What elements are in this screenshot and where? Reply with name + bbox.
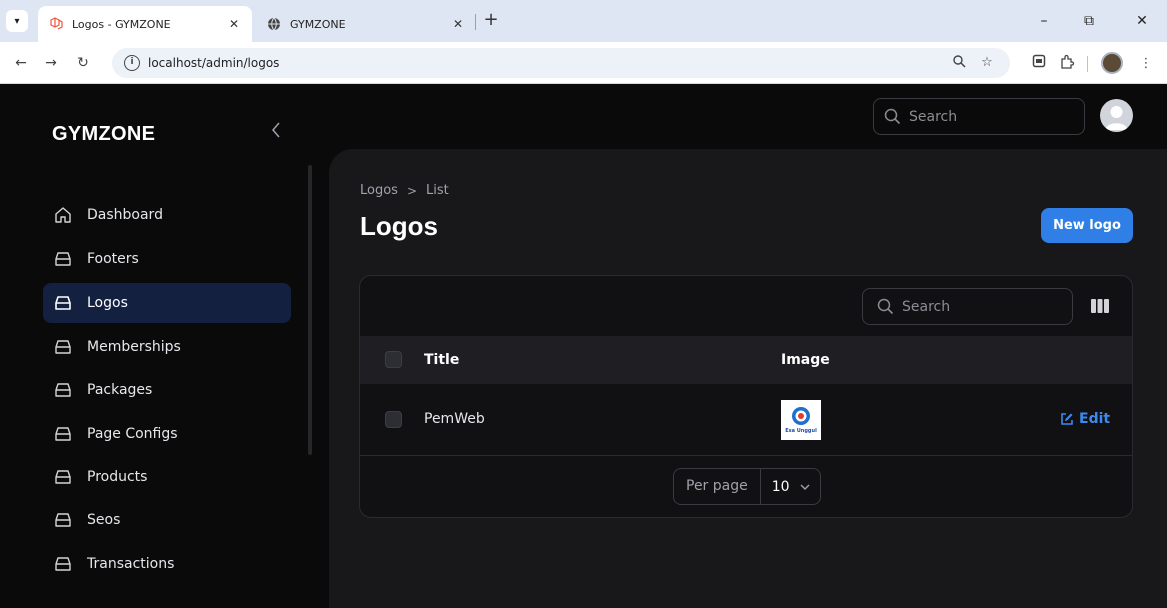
profile-avatar[interactable] <box>1101 52 1123 74</box>
tray-icon <box>53 380 73 400</box>
sidebar-item-footers[interactable]: Footers <box>43 239 291 279</box>
per-page-label: Per page <box>674 469 761 504</box>
puzzle-extensions-icon[interactable] <box>1057 54 1077 74</box>
restore-button[interactable]: ⧉ <box>1075 8 1103 34</box>
browser-toolbar: ← → ↻ i localhost/admin/logos ☆ ⋮ <box>0 42 1167 84</box>
close-icon[interactable]: ✕ <box>450 17 466 31</box>
forward-icon[interactable]: → <box>40 52 62 74</box>
breadcrumb-separator: > <box>406 183 418 198</box>
tray-icon <box>53 337 73 357</box>
toolbar-divider <box>1087 56 1088 72</box>
sidebar-item-label: Memberships <box>87 339 181 355</box>
sidebar-item-memberships[interactable]: Memberships <box>43 327 291 367</box>
main-content: Logos > List Logos New logo Search Title… <box>329 149 1167 608</box>
breadcrumb-current: List <box>426 183 449 198</box>
window-close-button[interactable]: ✕ <box>1128 8 1156 34</box>
per-page-value: 10 <box>771 478 790 495</box>
sidebar-item-label: Seos <box>87 512 121 528</box>
tray-icon <box>53 554 73 574</box>
close-icon[interactable]: ✕ <box>226 17 242 31</box>
tab-title: Logos - GYMZONE <box>72 17 171 31</box>
tray-icon <box>53 510 73 530</box>
sidebar-item-label: Logos <box>87 295 128 311</box>
home-icon <box>53 205 73 225</box>
table-search-input[interactable]: Search <box>862 288 1073 325</box>
column-toggle-icon[interactable] <box>1088 294 1112 318</box>
page-title: Logos <box>360 211 438 241</box>
sidebar-item-page-configs[interactable]: Page Configs <box>43 414 291 454</box>
sidebar-item-label: Page Configs <box>87 426 178 442</box>
sidebar-item-label: Dashboard <box>87 207 163 223</box>
tab-logos[interactable]: Logos - GYMZONE ✕ <box>38 6 252 42</box>
tray-icon <box>53 293 73 313</box>
column-header-title[interactable]: Title <box>424 352 459 368</box>
chevron-down-icon <box>800 484 810 490</box>
sidebar-item-label: Packages <box>87 382 153 398</box>
tab-gymzone[interactable]: GYMZONE ✕ <box>256 6 476 42</box>
select-all-checkbox[interactable] <box>385 351 402 368</box>
search-placeholder: Search <box>902 298 951 315</box>
zoom-icon[interactable] <box>950 54 968 72</box>
url-text: localhost/admin/logos <box>148 56 280 70</box>
table-row[interactable]: PemWeb Esa Unggul Edit <box>360 384 1132 456</box>
tab-search-button[interactable]: ▾ <box>6 10 28 32</box>
logos-table: Search Title Image PemWeb Esa Unggul Edi… <box>359 275 1133 518</box>
table-header: Title Image <box>360 336 1132 384</box>
sidebar-item-label: Transactions <box>87 556 175 572</box>
breadcrumb: Logos > List <box>360 183 449 198</box>
sidebar-item-packages[interactable]: Packages <box>43 370 291 410</box>
edit-label: Edit <box>1079 411 1111 427</box>
row-checkbox[interactable] <box>385 411 402 428</box>
user-avatar[interactable] <box>1100 99 1133 132</box>
browser-tab-bar: ▾ Logos - GYMZONE ✕ GYMZONE ✕ + – ⧉ ✕ <box>0 0 1167 42</box>
new-tab-button[interactable]: + <box>480 10 502 32</box>
sidebar-item-label: Products <box>87 469 148 485</box>
tab-title: GYMZONE <box>290 17 346 31</box>
search-icon <box>884 108 901 125</box>
sidebar-item-label: Footers <box>87 251 139 267</box>
sidebar-item-logos[interactable]: Logos <box>43 283 291 323</box>
sidebar-scrollbar[interactable] <box>308 165 312 455</box>
site-info-icon[interactable]: i <box>124 55 140 71</box>
tray-icon <box>53 467 73 487</box>
breadcrumb-link-logos[interactable]: Logos <box>360 183 398 198</box>
minimize-button[interactable]: – <box>1030 8 1058 34</box>
per-page-select[interactable]: Per page 10 <box>673 468 821 505</box>
reload-icon[interactable]: ↻ <box>72 52 94 74</box>
back-icon[interactable]: ← <box>10 52 32 74</box>
sidebar-item-seos[interactable]: Seos <box>43 500 291 540</box>
row-title: PemWeb <box>424 411 485 427</box>
search-placeholder: Search <box>909 108 958 125</box>
brand-logo[interactable]: GYMZONE <box>52 123 155 146</box>
address-bar[interactable]: i localhost/admin/logos ☆ <box>112 48 1010 78</box>
sidebar-item-products[interactable]: Products <box>43 457 291 497</box>
search-icon <box>877 298 894 315</box>
sidebar-item-transactions[interactable]: Transactions <box>43 544 291 584</box>
sidebar-collapse-icon[interactable] <box>266 121 286 145</box>
admin-app: GYMZONE Dashboard Footers Logos Membersh… <box>0 85 1167 608</box>
tray-icon <box>53 424 73 444</box>
logo-thumbnail: Esa Unggul <box>781 400 821 440</box>
extension-icon[interactable] <box>1029 54 1049 74</box>
tray-icon <box>53 249 73 269</box>
kebab-menu-icon[interactable]: ⋮ <box>1136 54 1156 74</box>
edit-icon <box>1060 412 1074 426</box>
globe-icon <box>266 16 282 32</box>
new-logo-button[interactable]: New logo <box>1041 208 1133 243</box>
global-search-input[interactable]: Search <box>873 98 1085 135</box>
column-header-image[interactable]: Image <box>781 352 830 368</box>
sidebar-item-dashboard[interactable]: Dashboard <box>43 195 291 235</box>
bookmark-star-icon[interactable]: ☆ <box>978 54 996 72</box>
edit-button[interactable]: Edit <box>1060 411 1110 427</box>
laravel-favicon-icon <box>48 16 64 32</box>
tab-divider <box>475 14 476 30</box>
logo-wordmark: Esa Unggul <box>785 428 817 434</box>
